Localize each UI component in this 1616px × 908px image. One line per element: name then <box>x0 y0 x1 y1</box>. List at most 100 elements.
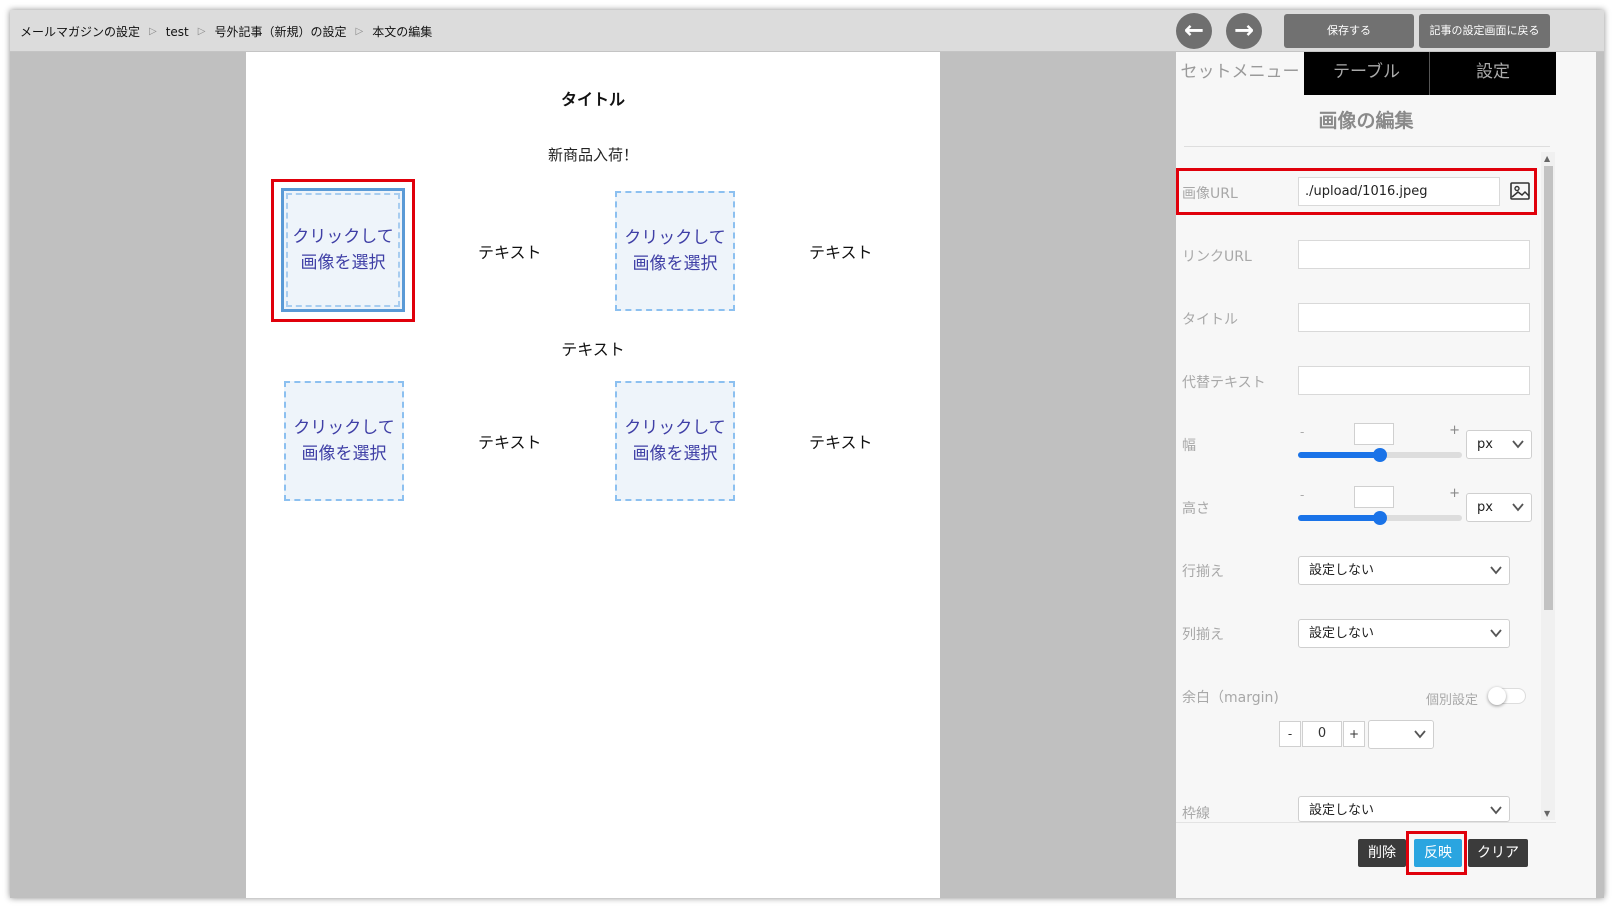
width-label: 幅 <box>1182 438 1196 454</box>
border-label: 枠線 <box>1182 806 1210 822</box>
chevron-down-icon <box>1490 566 1502 575</box>
individual-setting-toggle[interactable] <box>1488 687 1526 705</box>
save-button[interactable]: 保存する <box>1284 14 1414 48</box>
col-align-value: 設定しない <box>1309 626 1375 641</box>
app-window: メールマガジンの設定 ▷ test ▷ 号外記事（新規）の設定 ▷ 本文の編集 … <box>10 10 1604 898</box>
minus-icon: - <box>1300 488 1305 502</box>
toggle-knob <box>1488 687 1506 705</box>
panel-title: 画像の編集 <box>1318 110 1414 132</box>
breadcrumb-item-extra-article[interactable]: 号外記事（新規）の設定 <box>214 23 346 40</box>
image-placeholder-1[interactable]: クリックして 画像を選択 <box>281 188 405 312</box>
arrow-right-icon: → <box>1233 16 1255 44</box>
panel-scrollbar[interactable]: ▲ ▼ <box>1541 152 1555 820</box>
image-picker-icon[interactable] <box>1509 180 1531 202</box>
margin-label: 余白（margin) <box>1182 690 1279 706</box>
height-slider[interactable] <box>1298 511 1462 525</box>
return-to-article-settings-button[interactable]: 記事の設定画面に戻る <box>1419 14 1550 48</box>
height-unit-select[interactable]: px <box>1466 493 1532 522</box>
breadcrumb-separator-icon: ▷ <box>149 26 157 37</box>
breadcrumb: メールマガジンの設定 ▷ test ▷ 号外記事（新規）の設定 ▷ 本文の編集 <box>20 23 432 40</box>
text-block[interactable]: テキスト <box>478 429 542 453</box>
image-edit-panel: セットメニュー テーブル 設定 画像の編集 ▲ ▼ 画像URL ./upload… <box>1176 52 1596 898</box>
breadcrumb-separator-icon: ▷ <box>197 26 206 37</box>
text-block[interactable]: テキスト <box>809 239 873 263</box>
margin-increment-button[interactable]: + <box>1343 721 1365 747</box>
image-url-label: 画像URL <box>1182 186 1238 202</box>
chevron-down-icon <box>1512 503 1524 512</box>
width-slider-fill <box>1298 452 1380 458</box>
row-align-label: 行揃え <box>1182 564 1224 580</box>
chevron-down-icon <box>1414 730 1426 739</box>
plus-icon: + <box>1449 423 1460 438</box>
width-slider-knob[interactable] <box>1373 448 1387 462</box>
height-slider-group: - + <box>1298 486 1464 526</box>
width-slider-group: - + <box>1298 423 1464 463</box>
doc-subtitle[interactable]: 新商品入荷！ <box>246 144 940 165</box>
text-block[interactable]: テキスト <box>478 239 542 263</box>
chevron-down-icon <box>1490 806 1502 815</box>
back-button[interactable]: ← <box>1176 13 1212 49</box>
link-url-label: リンクURL <box>1182 249 1252 265</box>
image-placeholder-text: クリックして <box>624 418 726 438</box>
image-placeholder-text: 画像を選択 <box>300 253 386 273</box>
image-placeholder-text: 画像を選択 <box>632 254 718 274</box>
scroll-down-icon[interactable]: ▼ <box>1544 809 1550 818</box>
height-label: 高さ <box>1182 501 1210 517</box>
breadcrumb-separator-icon: ▷ <box>355 26 364 37</box>
scroll-up-icon[interactable]: ▲ <box>1544 154 1550 163</box>
scroll-thumb[interactable] <box>1544 166 1553 610</box>
arrow-left-icon: ← <box>1183 16 1205 44</box>
image-url-input[interactable]: ./upload/1016.jpeg <box>1298 177 1500 206</box>
margin-decrement-button[interactable]: - <box>1279 721 1301 747</box>
editor-canvas: タイトル 新商品入荷！ クリックして 画像を選択 テキスト クリックして 画像を… <box>246 52 940 898</box>
width-unit-select[interactable]: px <box>1466 430 1532 459</box>
individual-setting-label: 個別設定 <box>1426 693 1479 708</box>
width-slider[interactable] <box>1298 448 1462 462</box>
link-url-input[interactable] <box>1298 240 1530 269</box>
text-block[interactable]: テキスト <box>809 429 873 453</box>
tab-settings[interactable]: 設定 <box>1430 52 1556 95</box>
panel-tabs: セットメニュー テーブル 設定 <box>1176 52 1556 95</box>
margin-unit-select[interactable] <box>1368 720 1434 749</box>
title-input[interactable] <box>1298 303 1530 332</box>
image-placeholder-4[interactable]: クリックして 画像を選択 <box>615 381 735 501</box>
height-unit-value: px <box>1477 500 1493 515</box>
alt-text-input[interactable] <box>1298 366 1530 395</box>
breadcrumb-item-test[interactable]: test <box>166 25 189 39</box>
height-slider-fill <box>1298 515 1380 521</box>
col-align-select[interactable]: 設定しない <box>1298 619 1510 648</box>
image-placeholder-text: クリックして <box>292 227 394 247</box>
clear-button[interactable]: クリア <box>1468 839 1528 867</box>
image-placeholder-text: クリックして <box>624 228 726 248</box>
doc-title[interactable]: タイトル <box>246 86 940 110</box>
image-placeholder-3[interactable]: クリックして 画像を選択 <box>284 381 404 501</box>
title-label: タイトル <box>1182 312 1238 328</box>
breadcrumb-item-mailmag[interactable]: メールマガジンの設定 <box>20 23 140 40</box>
panel-footer: 削除 反映 クリア <box>1176 822 1556 898</box>
text-block[interactable]: テキスト <box>246 336 940 360</box>
image-placeholder-text: 画像を選択 <box>301 444 387 464</box>
image-placeholder-2[interactable]: クリックして 画像を選択 <box>615 191 735 311</box>
alt-text-label: 代替テキスト <box>1182 375 1266 391</box>
image-placeholder-text: クリックして <box>293 418 395 438</box>
breadcrumb-item-current: 本文の編集 <box>372 25 433 39</box>
plus-icon: + <box>1449 486 1460 501</box>
height-number-input[interactable] <box>1354 486 1394 508</box>
tab-table[interactable]: テーブル <box>1304 52 1430 95</box>
divider <box>1184 146 1550 147</box>
chevron-down-icon <box>1512 440 1524 449</box>
width-number-input[interactable] <box>1354 423 1394 445</box>
row-align-value: 設定しない <box>1309 563 1375 578</box>
width-unit-value: px <box>1477 437 1493 452</box>
border-value: 設定しない <box>1309 803 1375 818</box>
margin-value-input[interactable]: 0 <box>1302 721 1342 747</box>
apply-button[interactable]: 反映 <box>1414 839 1462 867</box>
delete-button[interactable]: 削除 <box>1358 839 1406 867</box>
row-align-select[interactable]: 設定しない <box>1298 556 1510 585</box>
tab-set-menu[interactable]: セットメニュー <box>1176 52 1304 95</box>
forward-button[interactable]: → <box>1226 13 1262 49</box>
height-slider-knob[interactable] <box>1373 511 1387 525</box>
col-align-label: 列揃え <box>1182 627 1224 643</box>
border-select[interactable]: 設定しない <box>1298 796 1510 822</box>
chevron-down-icon <box>1490 629 1502 638</box>
